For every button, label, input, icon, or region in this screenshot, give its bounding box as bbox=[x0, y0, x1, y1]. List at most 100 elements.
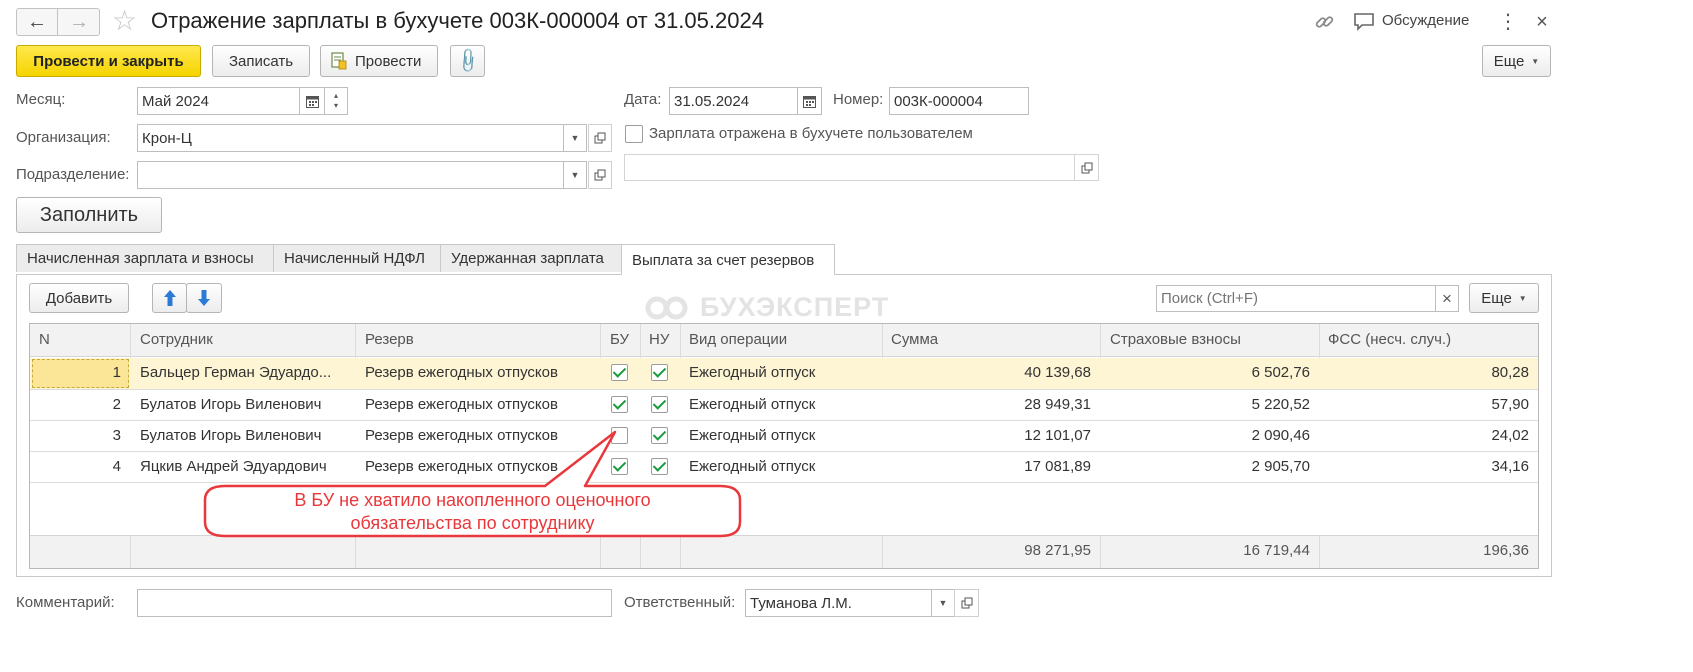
post-button-label: Провести bbox=[355, 52, 422, 70]
close-icon[interactable]: × bbox=[1532, 9, 1552, 35]
month-label: Месяц: bbox=[16, 91, 66, 108]
number-field[interactable]: 003К-000004 bbox=[889, 87, 1029, 115]
month-field[interactable]: Май 2024 bbox=[137, 87, 300, 115]
save-button[interactable]: Записать bbox=[212, 45, 310, 77]
date-field[interactable]: 31.05.2024 bbox=[669, 87, 798, 115]
watermark: БУХЭКСПЕРТ bbox=[700, 292, 890, 322]
page-title: Отражение зарплаты в бухучете 003К-00000… bbox=[151, 8, 764, 33]
dept-open-icon[interactable] bbox=[588, 161, 612, 189]
extra-open-icon[interactable] bbox=[1074, 154, 1099, 181]
dept-dropdown-icon[interactable]: ▼ bbox=[563, 161, 587, 189]
nu-checkbox[interactable] bbox=[651, 364, 668, 381]
col-separator bbox=[1319, 535, 1320, 568]
table-cell-n[interactable]: 3 bbox=[35, 421, 121, 451]
tab-accrued-salary[interactable]: Начисленная зарплата и взносы bbox=[16, 244, 274, 272]
table-cell-reserve[interactable]: Резерв ежегодных отпусков bbox=[365, 390, 595, 420]
stepper-up-icon[interactable]: ▴ bbox=[334, 91, 338, 101]
column-header-insurance[interactable]: Страховые взносы bbox=[1110, 325, 1310, 355]
back-arrow-icon[interactable]: ← bbox=[17, 9, 58, 35]
attach-button[interactable]: 📎 bbox=[450, 45, 485, 77]
callout-text-line1: В БУ не хватило накопленного оценочного bbox=[294, 490, 651, 510]
table-more-label: Еще bbox=[1481, 289, 1512, 307]
month-stepper[interactable]: ▴ ▾ bbox=[324, 87, 348, 115]
table-cell-employee[interactable]: Бальцер Герман Эдуардо... bbox=[140, 358, 350, 388]
link-icon[interactable] bbox=[1313, 11, 1337, 33]
org-field[interactable]: Крон-Ц bbox=[137, 124, 564, 152]
user-reflected-label[interactable]: Зарплата отражена в бухучете пользовател… bbox=[649, 125, 973, 142]
tab-withheld-salary[interactable]: Удержанная зарплата bbox=[440, 244, 622, 272]
table-cell-insurance[interactable]: 6 502,76 bbox=[1106, 358, 1310, 388]
move-down-button[interactable] bbox=[186, 283, 222, 313]
col-separator bbox=[1100, 324, 1101, 358]
user-reflected-checkbox[interactable] bbox=[625, 125, 643, 143]
table-cell-n[interactable]: 2 bbox=[35, 390, 121, 420]
chat-icon[interactable] bbox=[1353, 12, 1375, 32]
discussion-link[interactable]: Обсуждение bbox=[1382, 12, 1469, 29]
col-separator bbox=[882, 324, 883, 358]
post-button[interactable]: Провести bbox=[320, 45, 438, 77]
fill-button[interactable]: Заполнить bbox=[16, 197, 162, 233]
post-and-close-button[interactable]: Провести и закрыть bbox=[16, 45, 201, 77]
table-cell-operation[interactable]: Ежегодный отпуск bbox=[689, 390, 879, 420]
table-cell-insurance[interactable]: 2 905,70 bbox=[1106, 452, 1310, 482]
table-cell-insurance[interactable]: 5 220,52 bbox=[1106, 390, 1310, 420]
paperclip-icon: 📎 bbox=[453, 46, 483, 75]
col-separator bbox=[130, 535, 131, 568]
bu-checkbox[interactable] bbox=[611, 364, 628, 381]
table-more-button[interactable]: Еще ▼ bbox=[1469, 283, 1539, 313]
org-label: Организация: bbox=[16, 129, 111, 146]
bu-checkbox[interactable] bbox=[611, 396, 628, 413]
date-calendar-icon[interactable] bbox=[797, 87, 822, 115]
col-separator bbox=[1100, 535, 1101, 568]
post-doc-icon bbox=[331, 52, 347, 70]
more-button[interactable]: Еще ▼ bbox=[1482, 45, 1551, 77]
column-header-sum[interactable]: Сумма bbox=[891, 325, 1091, 355]
column-header-operation[interactable]: Вид операции bbox=[689, 325, 879, 355]
org-open-icon[interactable] bbox=[588, 124, 612, 152]
tab-reserve-payment[interactable]: Выплата за счет резервов bbox=[621, 244, 835, 275]
table-cell-operation[interactable]: Ежегодный отпуск bbox=[689, 358, 879, 388]
table-cell-sum[interactable]: 12 101,07 bbox=[888, 421, 1091, 451]
column-header-fss[interactable]: ФСС (несч. случ.) bbox=[1328, 325, 1528, 355]
add-button[interactable]: Добавить bbox=[29, 283, 129, 313]
responsible-dropdown-icon[interactable]: ▼ bbox=[931, 589, 955, 617]
responsible-open-icon[interactable] bbox=[954, 589, 979, 617]
tab-accrued-ndfl[interactable]: Начисленный НДФЛ bbox=[273, 244, 441, 272]
dept-label: Подразделение: bbox=[16, 166, 130, 183]
column-header-bu[interactable]: БУ bbox=[610, 325, 640, 355]
col-separator bbox=[130, 324, 131, 358]
chevron-down-icon: ▼ bbox=[1531, 56, 1540, 66]
table-cell-n[interactable]: 1 bbox=[35, 358, 121, 388]
dept-field[interactable] bbox=[137, 161, 564, 189]
arrow-up-icon bbox=[163, 290, 176, 306]
table-cell-reserve[interactable]: Резерв ежегодных отпусков bbox=[365, 358, 595, 388]
comment-label: Комментарий: bbox=[16, 594, 115, 611]
column-header-n[interactable]: N bbox=[39, 325, 119, 355]
table-cell-fss[interactable]: 34,16 bbox=[1325, 452, 1529, 482]
calendar-icon[interactable] bbox=[299, 87, 325, 115]
table-cell-sum[interactable]: 28 949,31 bbox=[888, 390, 1091, 420]
comment-field[interactable] bbox=[137, 589, 612, 617]
search-input[interactable] bbox=[1156, 285, 1436, 312]
search-clear-icon[interactable]: × bbox=[1435, 285, 1459, 312]
table-cell-n[interactable]: 4 bbox=[35, 452, 121, 482]
table-cell-sum[interactable]: 40 139,68 bbox=[888, 358, 1091, 388]
column-header-nu[interactable]: НУ bbox=[649, 325, 679, 355]
star-icon[interactable]: ☆ bbox=[112, 5, 142, 37]
column-header-employee[interactable]: Сотрудник bbox=[140, 325, 350, 355]
table-cell-insurance[interactable]: 2 090,46 bbox=[1106, 421, 1310, 451]
table-cell-fss[interactable]: 57,90 bbox=[1325, 390, 1529, 420]
table-cell-fss[interactable]: 24,02 bbox=[1325, 421, 1529, 451]
column-header-reserve[interactable]: Резерв bbox=[365, 325, 595, 355]
stepper-down-icon[interactable]: ▾ bbox=[334, 101, 338, 111]
move-up-button[interactable] bbox=[152, 283, 187, 313]
extra-field[interactable] bbox=[624, 154, 1075, 181]
org-dropdown-icon[interactable]: ▼ bbox=[563, 124, 587, 152]
nu-checkbox[interactable] bbox=[651, 396, 668, 413]
kebab-icon[interactable]: ⋮ bbox=[1498, 9, 1518, 35]
forward-arrow-icon[interactable]: → bbox=[59, 9, 99, 35]
table-cell-sum[interactable]: 17 081,89 bbox=[888, 452, 1091, 482]
responsible-field[interactable]: Туманова Л.М. bbox=[745, 589, 932, 617]
table-cell-employee[interactable]: Булатов Игорь Виленович bbox=[140, 390, 350, 420]
table-cell-fss[interactable]: 80,28 bbox=[1325, 358, 1529, 388]
